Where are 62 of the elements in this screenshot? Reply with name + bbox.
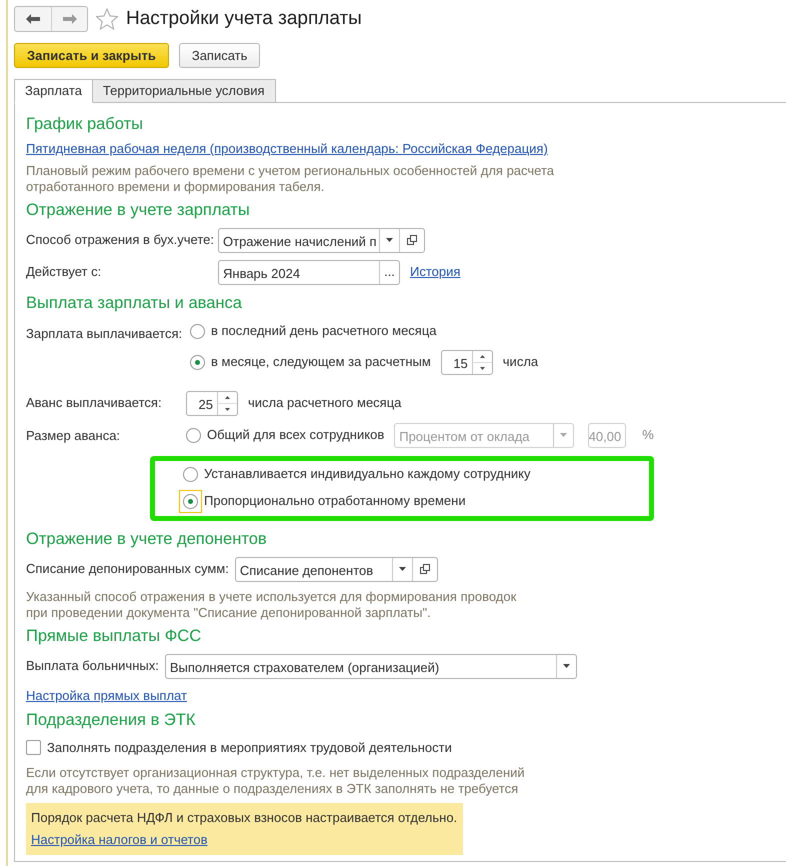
link[interactable]: Настройка налогов и отчетов (31, 832, 208, 846)
caret-icon (398, 567, 406, 571)
field-label: Списание депонированных сумм: (26, 560, 229, 578)
radio-label[interactable]: Устанавливается индивидуально каждому сотруднику (204, 464, 531, 484)
radio-button[interactable] (183, 494, 198, 508)
hint-text: Если отсутствует организационная структура, т.е. нет выделенных подразделений для кадрового учета, то данные о подразделениях в ЭТК заполнять не требуется (26, 764, 526, 796)
field-label: Действует с: (26, 263, 102, 282)
field-label: Выплата больничных: (26, 657, 159, 676)
radio-button[interactable] (183, 466, 198, 482)
hint-text: Плановый режим рабочего времени с учетом региональных особенностей для расчета отработанного времени и формирования табеля. (26, 162, 555, 194)
up-caret-icon (480, 354, 485, 358)
section-heading: Подразделения в ЭТК (26, 710, 196, 731)
caret-icon (386, 238, 393, 242)
link[interactable]: Настройка прямых выплат (26, 688, 187, 702)
radio-label[interactable]: Общий для всех сотрудников (207, 425, 384, 445)
tab[interactable]: Территориальные условия (92, 79, 276, 103)
checkbox-label[interactable]: Заполнять подразделения в мероприятиях трудовой деятельности (47, 738, 452, 758)
open-form-icon (420, 564, 430, 574)
caret-icon (560, 433, 568, 437)
window-title: Настройки учета зарплаты (126, 8, 362, 30)
up-caret-icon (225, 396, 230, 398)
section-heading: Прямые выплаты ФСС (26, 626, 202, 646)
field-label: Размер аванса: (26, 426, 122, 445)
radio-label[interactable]: в месяце, следующем за расчетным (211, 352, 431, 372)
save-button[interactable]: Записать (178, 43, 260, 68)
section-heading: График работы (26, 114, 144, 135)
info-text: Порядок расчета НДФЛ и страховых взносов настраивается отдельно. (31, 808, 458, 826)
number-spin-field[interactable]: 25 (186, 390, 238, 416)
field-label: Способ отражения в бух.учете: (26, 231, 212, 250)
field-label: Аванс выплачивается: (26, 394, 163, 412)
unit-label: % (642, 426, 654, 444)
save-and-close-button[interactable]: Записать и закрыть (14, 43, 169, 68)
down-caret-icon (225, 408, 230, 410)
combo-field[interactable]: Отражение начислений п (218, 228, 425, 252)
radio-label[interactable]: в последний день расчетного месяца (211, 321, 437, 341)
number-spin-field[interactable]: 15 (440, 350, 493, 374)
down-caret-icon (480, 366, 485, 370)
right-arrow-icon (62, 14, 76, 24)
date-field[interactable]: Январь 2024 ... (218, 260, 400, 284)
field-label: Зарплата выплачивается: (26, 324, 184, 343)
field-label: числа (502, 353, 538, 372)
field-label: числа расчетного месяца (248, 394, 402, 412)
link[interactable]: Пятидневная рабочая неделя (производственный календарь: Российская Федерация) (26, 141, 548, 156)
hint-text: Указанный способ отражения в учете используется для формирования проводок при проведении документа "Списание депонированной зарплаты". (26, 588, 518, 620)
section-heading: Отражение в учете зарплаты (26, 200, 251, 220)
combo-field[interactable]: Выполняется страхователем (организацией) (164, 654, 577, 678)
radio-button[interactable] (190, 324, 205, 338)
number-field: 40,00 (588, 422, 626, 448)
section-heading: Выплата зарплаты и аванса (26, 292, 243, 314)
combo-field: Процентом от оклада (394, 422, 574, 448)
left-arrow-icon (26, 14, 40, 24)
checkbox[interactable] (26, 740, 41, 756)
tab[interactable]: Зарплата (14, 79, 93, 103)
radio-button[interactable] (186, 428, 201, 442)
star-icon[interactable] (96, 8, 118, 30)
combo-field[interactable]: Списание депонентов (234, 556, 438, 582)
caret-icon (562, 664, 570, 668)
radio-button[interactable] (190, 354, 205, 370)
section-heading: Отражение в учете депонентов (26, 528, 268, 550)
link[interactable]: История (410, 262, 460, 282)
radio-label[interactable]: Пропорционально отработанному времени (204, 491, 466, 511)
open-form-icon (407, 235, 417, 245)
